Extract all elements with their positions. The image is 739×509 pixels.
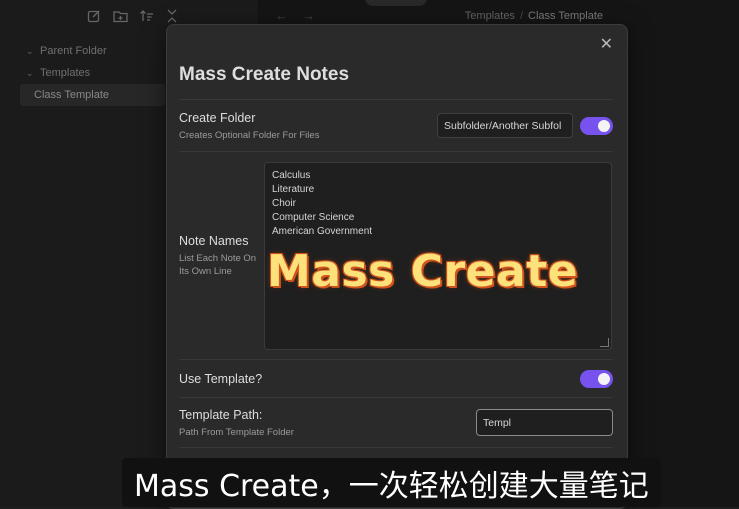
toggle-knob bbox=[598, 120, 610, 132]
template-path-input[interactable]: Templ bbox=[476, 409, 613, 436]
close-icon[interactable]: ✕ bbox=[600, 34, 613, 54]
note-name-line: Literature bbox=[272, 184, 315, 195]
setting-name: Note Names bbox=[179, 234, 249, 248]
resize-handle-icon[interactable] bbox=[600, 338, 609, 347]
setting-description: Path From Template Folder bbox=[179, 427, 294, 438]
note-name-line: Choir bbox=[272, 198, 296, 209]
divider bbox=[179, 447, 613, 449]
note-name-line: American Government bbox=[272, 226, 373, 237]
toggle-knob bbox=[598, 373, 610, 385]
setting-description: List Each Note On Its Own Line bbox=[179, 253, 257, 277]
note-name-line: Calculus bbox=[272, 170, 311, 181]
setting-use-template: Use Template? bbox=[179, 359, 613, 398]
video-subtitle: Mass Create，一次轻松创建大量笔记 bbox=[122, 458, 661, 507]
use-template-toggle[interactable] bbox=[580, 370, 613, 388]
note-name-line: Computer Science bbox=[272, 212, 355, 223]
overlay-caption: Mass Create bbox=[267, 246, 579, 297]
setting-template-path: Template Path: Path From Template Folder… bbox=[179, 397, 613, 448]
setting-create-folder: Create Folder Creates Optional Folder Fo… bbox=[179, 99, 613, 152]
setting-name: Create Folder bbox=[179, 111, 256, 125]
textarea-lines: Calculus Literature Choir Computer Scien… bbox=[265, 163, 611, 239]
setting-name: Template Path: bbox=[179, 408, 263, 422]
create-folder-toggle[interactable] bbox=[580, 117, 613, 135]
setting-description: Creates Optional Folder For Files bbox=[179, 130, 320, 141]
modal-title: Mass Create Notes bbox=[179, 64, 350, 85]
setting-name: Use Template? bbox=[179, 372, 263, 386]
folder-path-input[interactable]: Subfolder/Another Subfol bbox=[437, 113, 573, 138]
